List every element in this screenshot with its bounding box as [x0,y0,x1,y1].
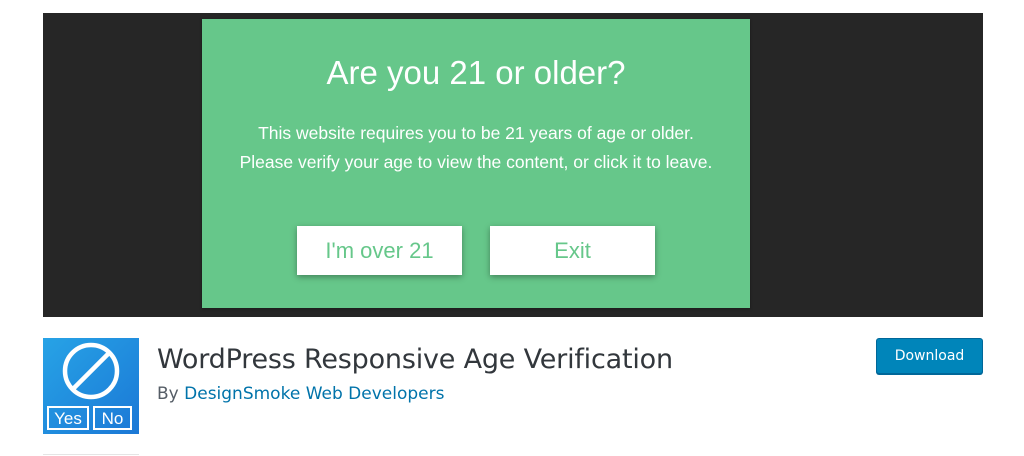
divider [43,454,139,455]
plugin-title[interactable]: WordPress Responsive Age Verification [157,343,673,377]
plugin-banner: Are you 21 or older? This website requir… [43,13,983,317]
modal-text: This website requires you to be 21 years… [239,123,713,172]
download-button[interactable]: Download [876,338,983,374]
icon-yes-label: Yes [54,409,82,428]
exit-button[interactable]: Exit [490,226,655,275]
author-link[interactable]: DesignSmoke Web Developers [184,384,444,404]
modal-title: Are you 21 or older? [326,54,626,91]
byline-prefix: By [157,384,179,404]
plugin-icon[interactable]: Yes No [43,338,139,434]
no-symbol-icon: Yes No [47,342,132,430]
plugin-byline: By DesignSmoke Web Developers [157,382,444,406]
over-21-button[interactable]: I'm over 21 [297,226,462,275]
age-verification-modal: Are you 21 or older? This website requir… [202,19,750,308]
icon-no-label: No [102,409,124,428]
